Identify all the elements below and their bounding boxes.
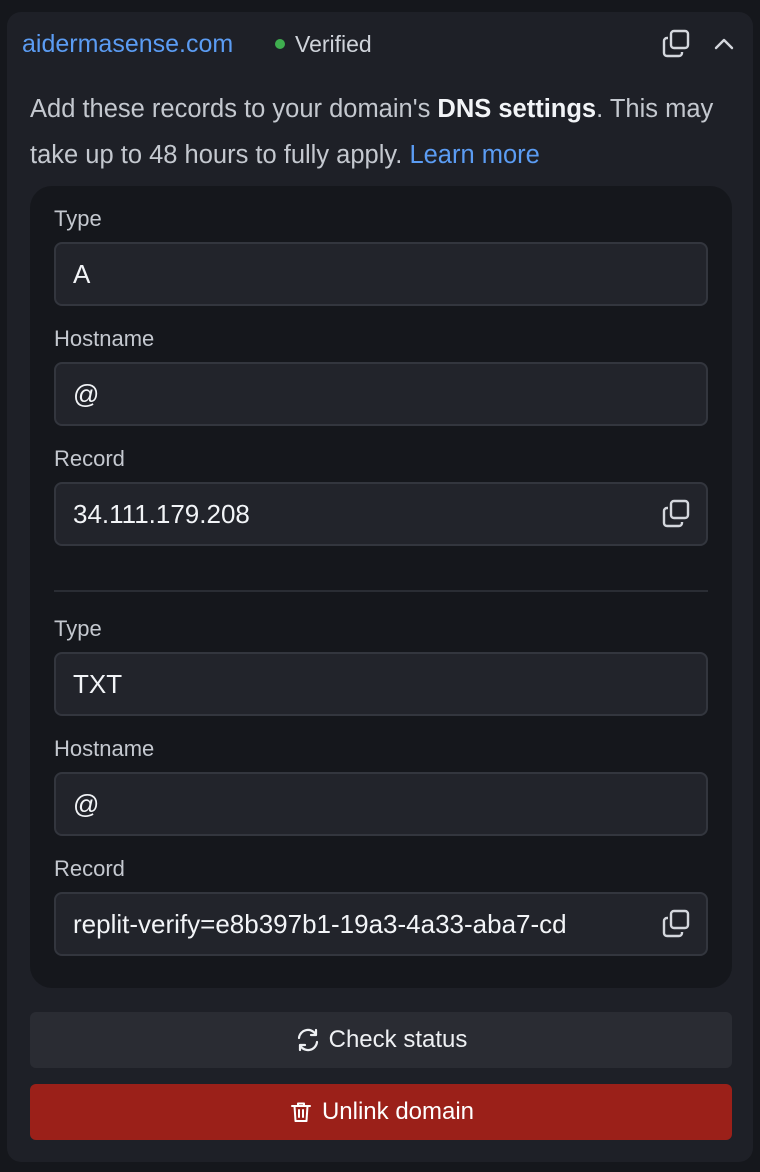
hostname-value: @ [73,789,100,819]
check-status-button[interactable]: Check status [30,1012,732,1068]
records-divider [54,590,708,592]
hostname-label: Hostname [54,736,155,761]
trash-icon [288,1099,314,1125]
hostname-field[interactable]: @ [54,772,708,836]
status-text: Verified [295,30,372,57]
hostname-field[interactable]: @ [54,362,708,426]
copy-record-button[interactable] [656,494,696,534]
check-status-label: Check status [328,1026,468,1053]
copy-domain-button[interactable] [656,24,696,64]
chevron-up-icon [714,38,734,50]
record-label: Record [54,856,125,881]
domain-link[interactable]: aidermasense.com [22,28,233,60]
hostname-value: @ [73,379,100,409]
type-value: TXT [73,669,123,699]
type-field[interactable]: TXT [54,652,708,716]
description-bold: DNS settings [437,95,597,123]
domain-panel: aidermasense.com Verified Add these reco… [7,12,753,1162]
copy-record-button[interactable] [656,904,696,944]
status-dot-icon [275,39,285,49]
copy-icon [662,909,690,938]
description-prefix: Add these records to your domain's [30,95,438,123]
unlink-domain-label: Unlink domain [321,1098,475,1125]
record-label: Record [54,446,125,471]
copy-icon [662,29,690,58]
hostname-label: Hostname [54,326,155,351]
dns-description: Add these records to your domain's DNS s… [30,86,740,178]
learn-more-link[interactable]: Learn more [409,141,539,169]
status-badge: Verified [275,28,372,60]
refresh-icon [295,1027,321,1053]
record-field[interactable]: 34.111.179.208 [54,482,708,546]
record-value: replit-verify=e8b397b1-19a3-4a33-aba7-cd [73,909,567,939]
unlink-domain-button[interactable]: Unlink domain [30,1084,732,1140]
type-label: Type [54,616,102,641]
collapse-button[interactable] [704,24,744,64]
record-field[interactable]: replit-verify=e8b397b1-19a3-4a33-aba7-cd [54,892,708,956]
type-value: A [73,259,91,289]
copy-icon [662,499,690,528]
record-value: 34.111.179.208 [73,499,250,529]
type-label: Type [54,206,102,231]
type-field[interactable]: A [54,242,708,306]
dns-records-card: Type A Hostname @ Record 34.111.179.208 … [30,186,732,988]
domain-header[interactable]: aidermasense.com Verified [7,12,753,78]
